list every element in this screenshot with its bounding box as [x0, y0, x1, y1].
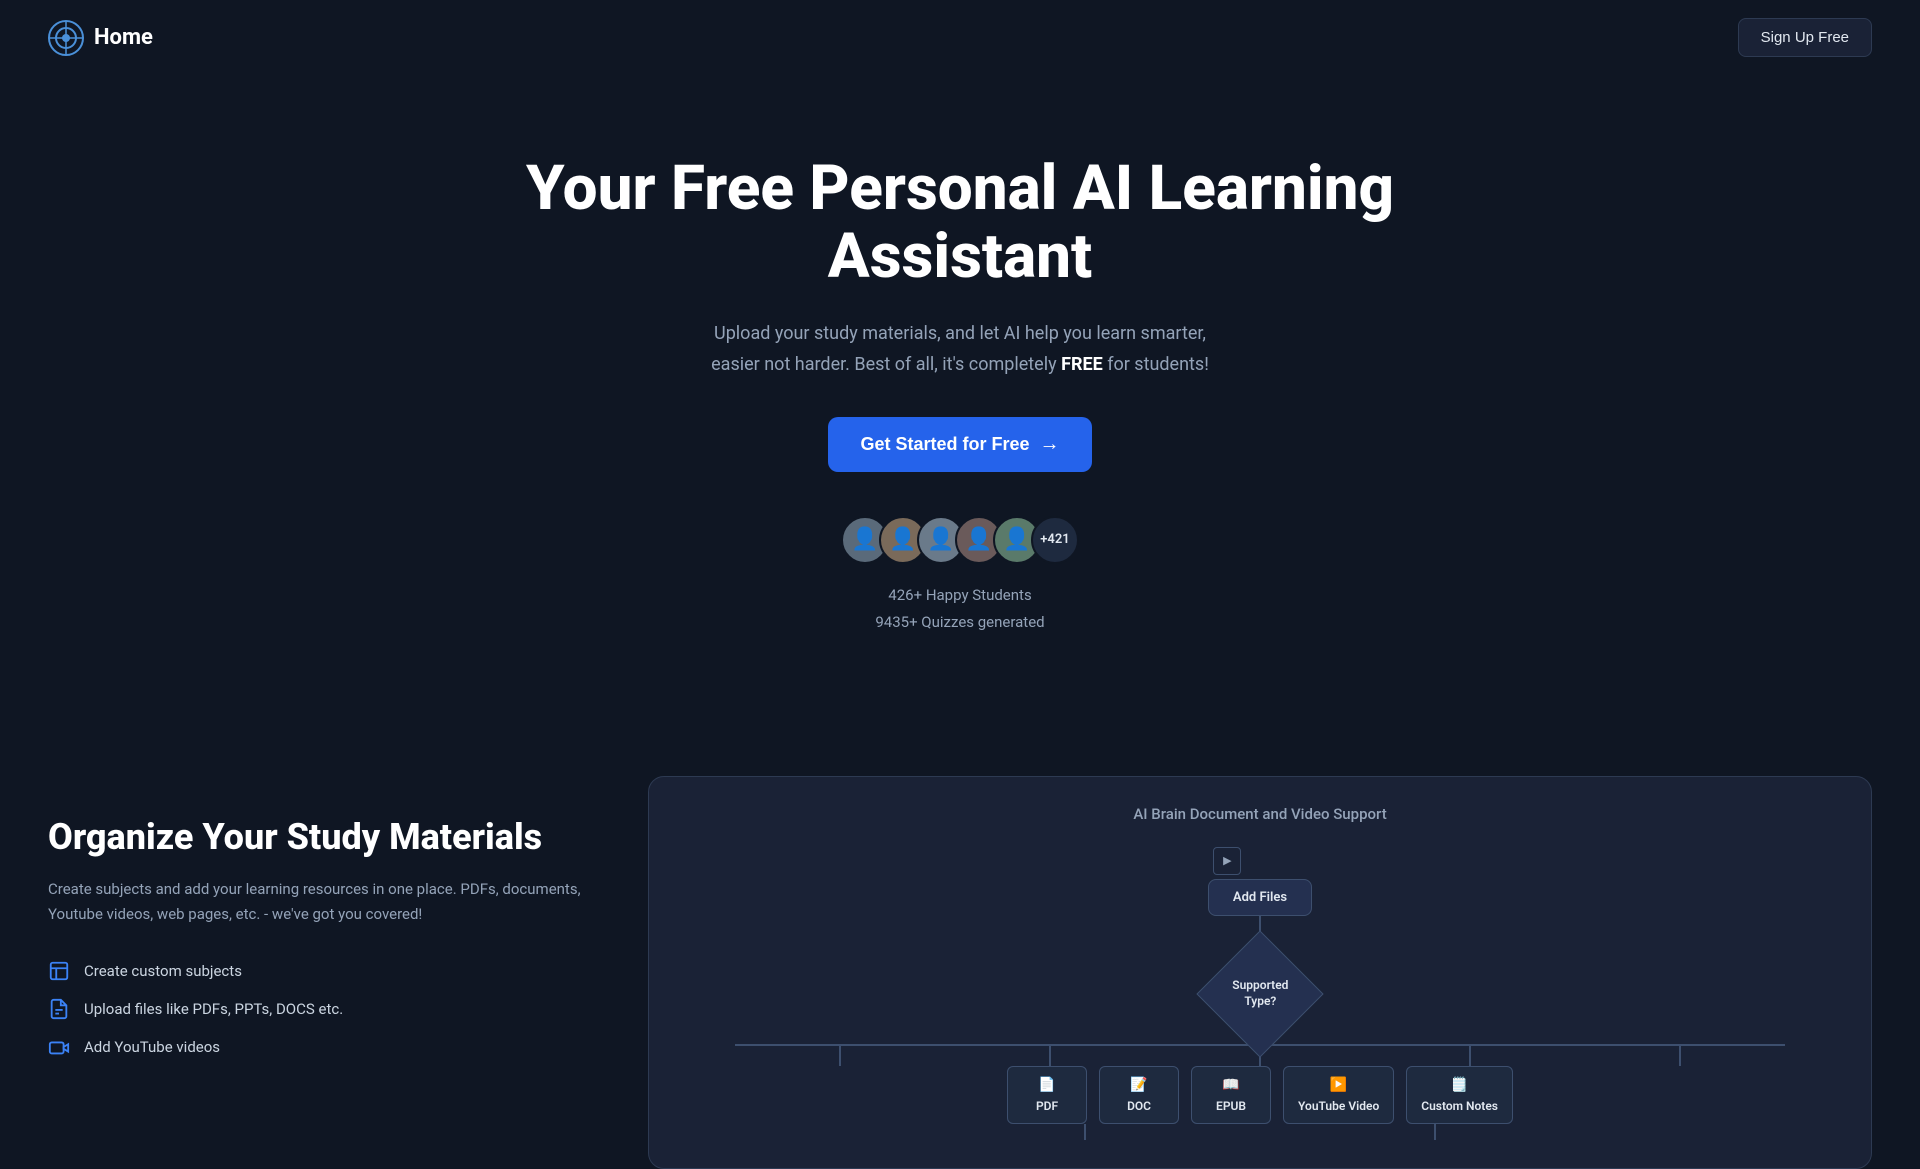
- hero-subtitle: Upload your study materials, and let AI …: [700, 319, 1220, 380]
- hero-free-word: FREE: [1061, 354, 1103, 375]
- flowchart: ▶ Add Files SupportedType?: [677, 847, 1843, 1140]
- epub-node: 📖 EPUB: [1191, 1066, 1271, 1124]
- leaf-notes: 🗒️ Custom Notes: [1406, 1066, 1513, 1124]
- avatar-group: 👤 👤 👤 👤 👤 +421: [20, 516, 1900, 564]
- doc-label: DOC: [1127, 1099, 1151, 1113]
- list-item: Upload files like PDFs, PPTs, DOCS etc.: [48, 998, 588, 1020]
- book-icon: [48, 960, 70, 982]
- video-icon: [48, 1036, 70, 1058]
- stats-quizzes: 9435+ Quizzes generated: [20, 609, 1900, 636]
- logo-icon: [48, 20, 84, 56]
- logo-text: Home: [94, 25, 153, 50]
- leaf-row: 📄 PDF 📝 DOC 📖 EPUB: [677, 1066, 1843, 1124]
- play-badge-icon: ▶: [1213, 847, 1241, 875]
- feature-label: Add YouTube videos: [84, 1038, 220, 1056]
- doc-icon: 📝: [1130, 1077, 1147, 1093]
- pdf-icon: 📄: [1038, 1077, 1055, 1093]
- list-item: Create custom subjects: [48, 960, 588, 982]
- leaf-youtube: ▶️ YouTube Video: [1283, 1066, 1394, 1124]
- document-icon: [48, 998, 70, 1020]
- feature-label: Create custom subjects: [84, 962, 242, 980]
- diagram-title: AI Brain Document and Video Support: [677, 805, 1843, 823]
- bottom-section: Organize Your Study Materials Create sub…: [0, 696, 1920, 1169]
- leaf-epub: 📖 EPUB: [1191, 1066, 1271, 1124]
- youtube-node: ▶️ YouTube Video: [1283, 1066, 1394, 1124]
- youtube-icon: ▶️: [1330, 1077, 1347, 1093]
- notes-label: Custom Notes: [1421, 1099, 1498, 1113]
- hero-subtitle-text2: for students!: [1103, 354, 1209, 375]
- features-title: Organize Your Study Materials: [48, 816, 588, 859]
- diagram-section: AI Brain Document and Video Support ▶ Ad…: [648, 776, 1872, 1169]
- cta-label: Get Started for Free: [860, 434, 1029, 455]
- feature-label: Upload files like PDFs, PPTs, DOCS etc.: [84, 1000, 343, 1018]
- leaf-doc: 📝 DOC: [1099, 1066, 1179, 1124]
- notes-icon: 🗒️: [1451, 1077, 1468, 1093]
- doc-node: 📝 DOC: [1099, 1066, 1179, 1124]
- hero-section: Your Free Personal AI Learning Assistant…: [0, 75, 1920, 676]
- navbar: Home Sign Up Free: [0, 0, 1920, 75]
- diamond-text: SupportedType?: [1232, 978, 1288, 1009]
- cta-button[interactable]: Get Started for Free →: [828, 417, 1091, 472]
- supported-type-node: SupportedType?: [1196, 930, 1323, 1057]
- features-content: Organize Your Study Materials Create sub…: [48, 776, 588, 1058]
- epub-icon: 📖: [1222, 1077, 1239, 1093]
- list-item: Add YouTube videos: [48, 1036, 588, 1058]
- diagram-card: AI Brain Document and Video Support ▶ Ad…: [648, 776, 1872, 1169]
- epub-label: EPUB: [1216, 1099, 1246, 1113]
- avatar-count: +421: [1031, 516, 1079, 564]
- cta-arrow-icon: →: [1040, 433, 1060, 456]
- logo: Home: [48, 20, 153, 56]
- feature-list: Create custom subjects Upload files like…: [48, 960, 588, 1058]
- stats-students: 426+ Happy Students: [20, 582, 1900, 609]
- add-files-node: Add Files: [1208, 879, 1312, 916]
- hero-title: Your Free Personal AI Learning Assistant: [510, 155, 1410, 291]
- signup-button[interactable]: Sign Up Free: [1738, 18, 1872, 57]
- stats-text: 426+ Happy Students 9435+ Quizzes genera…: [20, 582, 1900, 636]
- pdf-node: 📄 PDF: [1007, 1066, 1087, 1124]
- youtube-label: YouTube Video: [1298, 1099, 1379, 1113]
- leaf-pdf: 📄 PDF: [1007, 1066, 1087, 1124]
- features-description: Create subjects and add your learning re…: [48, 877, 588, 928]
- notes-node: 🗒️ Custom Notes: [1406, 1066, 1513, 1124]
- pdf-label: PDF: [1036, 1099, 1058, 1113]
